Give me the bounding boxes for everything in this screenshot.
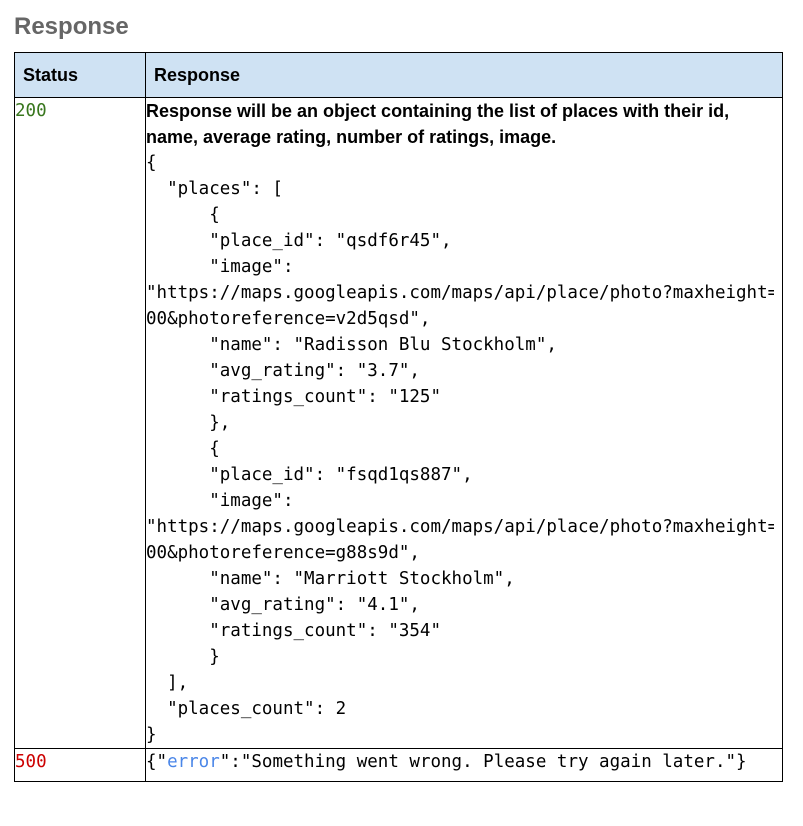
table-row: 500 {"error":"Something went wrong. Plea… [14,748,783,782]
status-column-header: Status [14,52,146,98]
json-line: } [146,725,157,745]
json-line: "avg_rating": "3.7", [146,361,420,381]
section-title: Response [14,13,129,40]
json-line: "name": "Marriott Stockholm", [146,569,515,589]
json-line: 00&photoreference=v2d5qsd", [146,309,431,329]
json-line: "avg_rating": "4.1", [146,595,420,615]
json-line: ], [146,673,189,693]
json-line: 00&photoreference=g88s9d", [146,543,420,563]
json-line: "https://maps.googleapis.com/maps/api/pl… [146,517,775,537]
json-line: "name": "Radisson Blu Stockholm", [146,335,557,355]
response-description: Response will be an object containing th… [146,101,730,147]
json-line: "image": [146,257,294,277]
json-line: "ratings_count": "354" [146,621,442,641]
response-table: Status Response 200 Response will be an … [14,52,783,782]
error-response-cell: {"error":"Something went wrong. Please t… [145,748,783,782]
json-line: "image": [146,491,294,511]
table-row: 200 Response will be an object containin… [14,97,783,749]
error-json-open: {" [146,752,168,772]
json-line: { [146,205,220,225]
response-cell: Response will be an object containing th… [145,97,783,749]
error-json-message: ":"Something went wrong. Please try agai… [219,752,747,772]
status-code-500: 500 [15,752,47,772]
json-line: { [146,439,220,459]
json-line: "places_count": 2 [146,699,347,719]
json-line: "ratings_count": "125" [146,387,442,407]
error-json-key: error [167,752,220,772]
response-column-header: Response [145,52,783,98]
json-line: "https://maps.googleapis.com/maps/api/pl… [146,283,775,303]
json-line: }, [146,413,231,433]
json-line: } [146,647,220,667]
json-line: "places": [ [146,179,283,199]
json-code-block: { "places": [ { "place_id": "qsdf6r45", … [146,150,775,748]
status-code-200: 200 [15,101,47,121]
status-cell: 200 [14,97,146,749]
status-cell: 500 [14,748,146,782]
json-line: { [146,153,157,173]
table-header-row: Status Response [14,52,783,98]
json-line: "place_id": "fsqd1qs887", [146,465,473,485]
json-line: "place_id": "qsdf6r45", [146,231,452,251]
